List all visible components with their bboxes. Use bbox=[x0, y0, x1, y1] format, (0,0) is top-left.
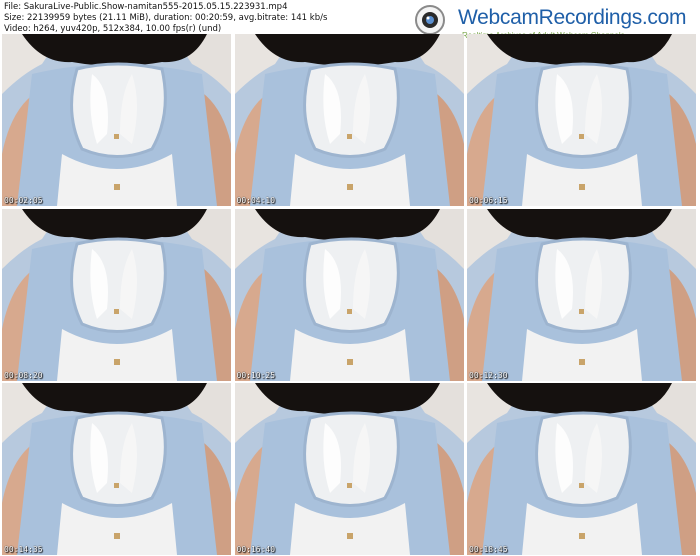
thumbnail-timestamp: 00:16:40 bbox=[236, 545, 276, 554]
thumbnail-timestamp: 00:14:35 bbox=[4, 545, 43, 554]
thumbnail-timestamp: 00:12:30 bbox=[469, 370, 508, 380]
file-info-header: File: SakuraLive-Public.Show-namitan555-… bbox=[4, 2, 327, 35]
thumbnail-timestamp: 00:06:15 bbox=[469, 196, 508, 205]
video-thumbnail: 00:10:25 bbox=[234, 208, 464, 381]
video-thumbnail: 00:04:10 bbox=[234, 34, 464, 206]
file-name-line: File: SakuraLive-Public.Show-namitan555-… bbox=[4, 2, 288, 12]
video-thumbnail: 00:16:40 bbox=[234, 383, 464, 555]
thumbnail-timestamp: 00:02:05 bbox=[4, 196, 43, 205]
thumbnail-timestamp: 00:04:10 bbox=[236, 196, 276, 205]
video-thumbnail: 00:02:05 bbox=[2, 34, 231, 206]
video-thumbnail: 00:06:15 bbox=[467, 34, 696, 206]
thumbnail-grid: 00:02:05 00:04:10 00:06:15 00:08:20 00:1… bbox=[2, 34, 698, 555]
video-thumbnail: 00:08:20 bbox=[2, 208, 231, 381]
logo-wordmark: WebcamRecordings.com bbox=[458, 6, 687, 29]
thumbnail-timestamp: 00:18:45 bbox=[469, 545, 508, 554]
thumbnail-timestamp: 00:10:25 bbox=[236, 370, 276, 380]
video-thumbnail: 00:12:30 bbox=[467, 208, 696, 381]
video-thumbnail: 00:18:45 bbox=[467, 383, 696, 555]
video-thumbnail: 00:14:35 bbox=[2, 383, 231, 555]
file-size-line: Size: 22139959 bytes (21.11 MiB), durati… bbox=[4, 13, 328, 23]
thumbnail-timestamp: 00:08:20 bbox=[4, 370, 43, 380]
